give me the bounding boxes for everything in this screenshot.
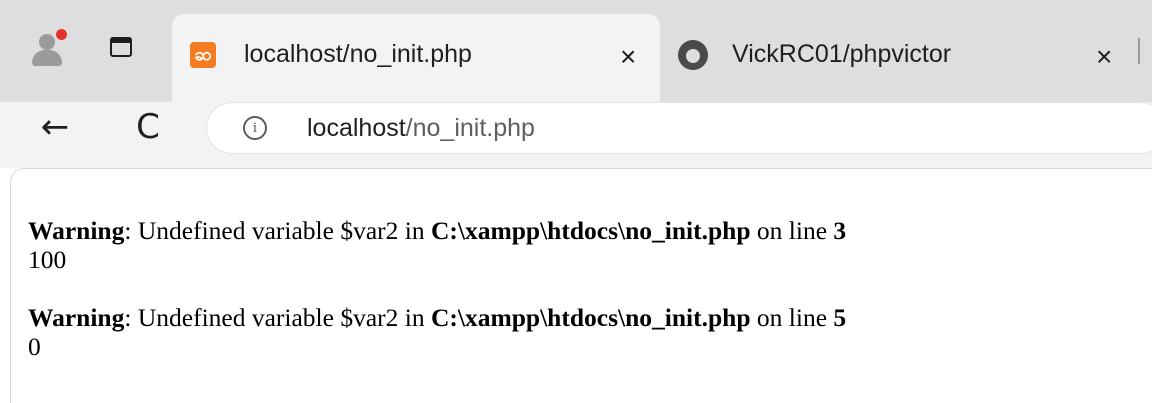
warning-separator: : <box>124 303 138 332</box>
warning-message: Warning: Undefined variable $var2 in C:\… <box>28 303 846 332</box>
tab-title: localhost/no_init.php <box>244 40 472 68</box>
avatar-head <box>39 34 55 50</box>
tab-title: VickRC01/phpvictor <box>732 40 952 68</box>
warning-on-line: on line <box>750 303 834 332</box>
browser-chrome: ဆ localhost/no_init.php × VickRC01/phpvi… <box>0 0 1152 168</box>
reload-icon[interactable]: C <box>123 102 173 152</box>
warning-file: C:\xampp\htdocs\no_init.php <box>430 303 751 332</box>
page-content: Warning: Undefined variable $var2 in C:\… <box>28 216 846 390</box>
github-icon <box>678 40 708 70</box>
profile-avatar-icon[interactable] <box>28 28 67 66</box>
warning-line-number: 3 <box>833 216 847 245</box>
warning-file: C:\xampp\htdocs\no_init.php <box>430 216 751 245</box>
address-url[interactable]: localhost/no_init.php <box>307 114 535 143</box>
close-tab-icon[interactable]: × <box>1096 43 1112 71</box>
navigation-toolbar: ← C i localhost/no_init.php <box>0 102 1152 168</box>
output-value: 0 <box>28 332 41 361</box>
warning-text: Undefined variable $var2 in <box>137 216 431 245</box>
address-bar[interactable]: i localhost/no_init.php <box>206 102 1152 154</box>
tab-localhost-no-init[interactable]: ဆ localhost/no_init.php × <box>172 14 660 102</box>
notification-dot <box>56 29 67 40</box>
avatar-body <box>32 50 62 66</box>
tab-actions-bar <box>110 37 132 43</box>
output-value: 100 <box>28 245 67 274</box>
url-path: /no_init.php <box>405 114 535 142</box>
warning-label: Warning <box>28 303 125 332</box>
tab-divider <box>1138 38 1140 64</box>
close-tab-icon[interactable]: × <box>620 43 636 71</box>
warning-separator: : <box>124 216 138 245</box>
warning-on-line: on line <box>750 216 834 245</box>
warning-message: Warning: Undefined variable $var2 in C:\… <box>28 216 846 245</box>
warning-text: Undefined variable $var2 in <box>137 303 431 332</box>
page-viewport: Warning: Undefined variable $var2 in C:\… <box>10 168 1152 403</box>
site-info-icon[interactable]: i <box>243 116 267 140</box>
tab-actions-icon[interactable] <box>110 37 136 59</box>
back-arrow-icon[interactable]: ← <box>30 102 80 152</box>
url-host: localhost <box>307 114 406 142</box>
warning-line-number: 5 <box>833 303 847 332</box>
tab-strip: ဆ localhost/no_init.php × VickRC01/phpvi… <box>0 0 1152 102</box>
warning-label: Warning <box>28 216 125 245</box>
tab-github-phpvictor[interactable]: VickRC01/phpvictor × <box>660 14 1140 102</box>
xampp-icon: ဆ <box>190 42 216 68</box>
